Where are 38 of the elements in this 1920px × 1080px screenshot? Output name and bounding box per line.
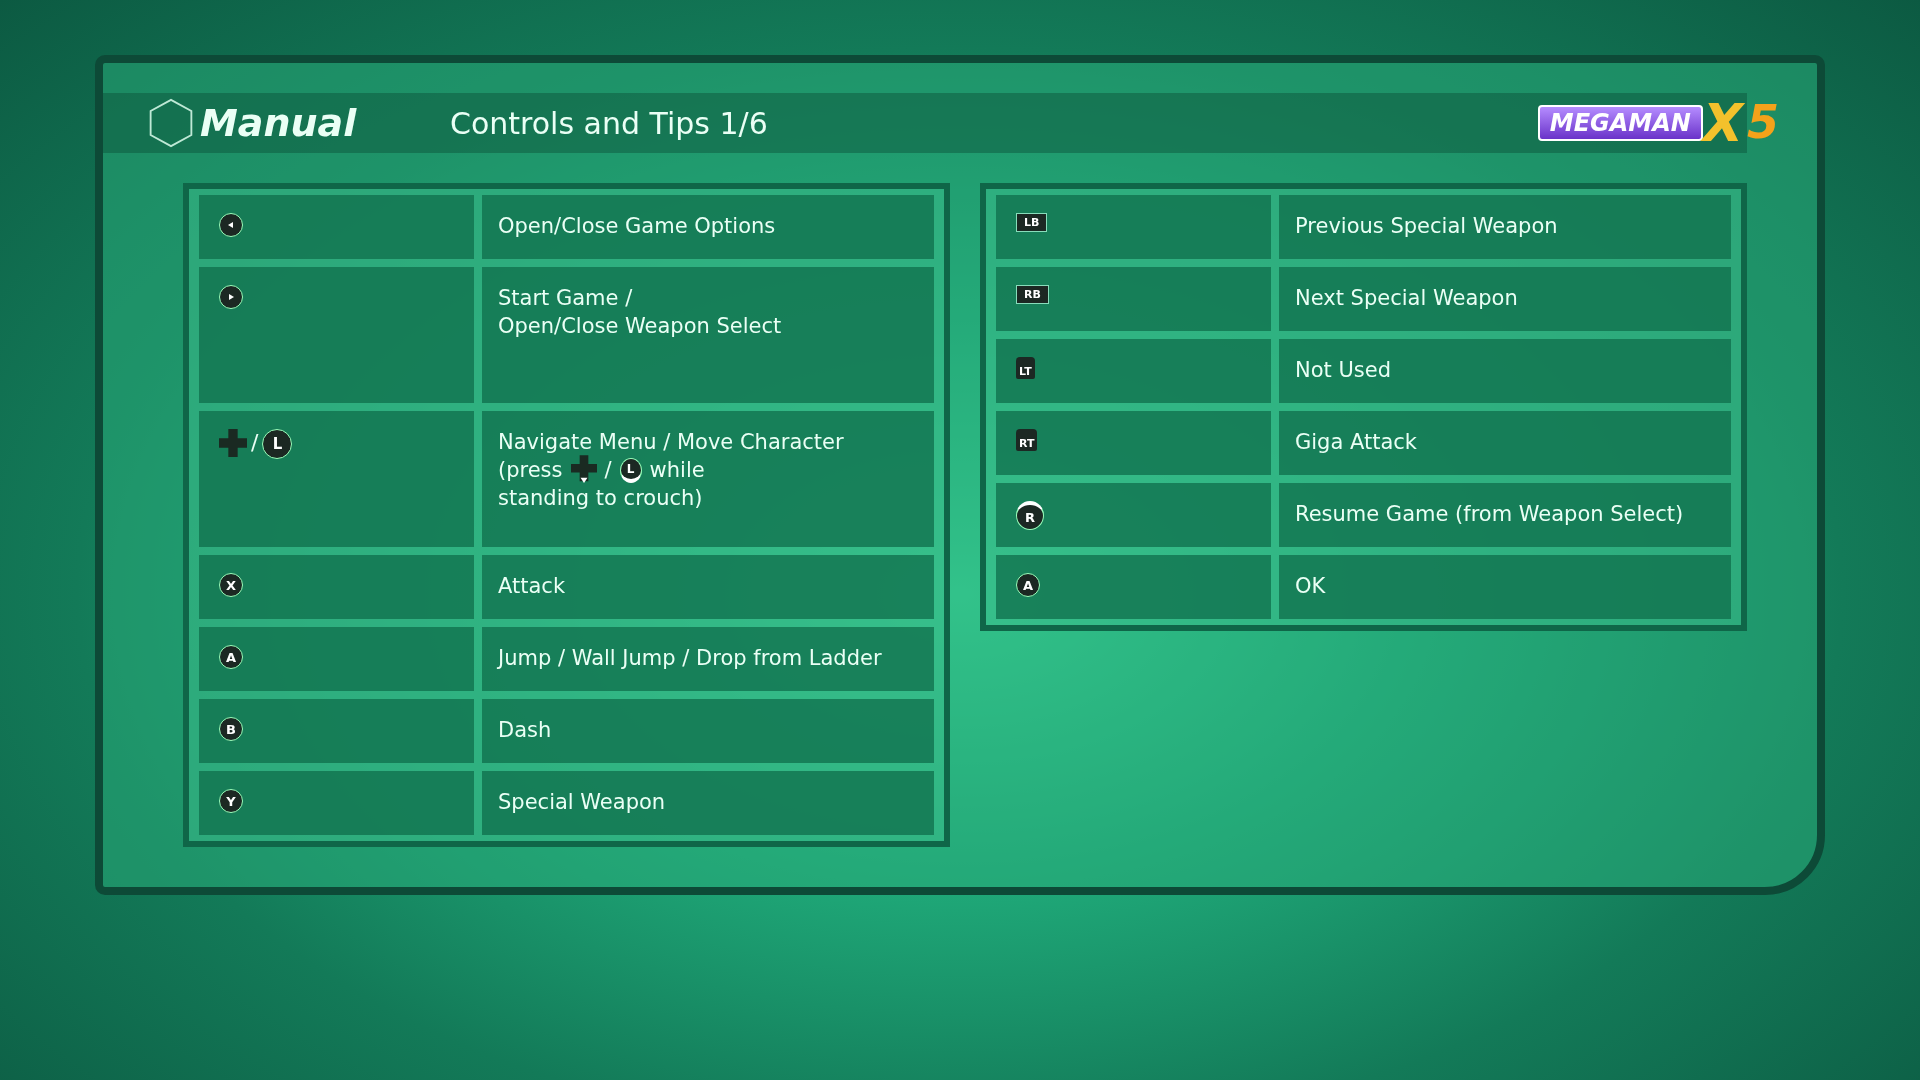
action-text: Open/Close Game Options: [498, 213, 776, 240]
action-text: Resume Game (from Weapon Select): [1295, 501, 1684, 528]
action-text: Open/Close Weapon Select: [498, 313, 782, 340]
dpad-down-icon: [570, 455, 597, 485]
face-button-icon: X: [219, 573, 243, 597]
face-button-icon: Y: [219, 789, 243, 813]
action-text: Attack: [498, 573, 566, 600]
action-text: Giga Attack: [1295, 429, 1418, 456]
bumper-icon: LB: [1016, 213, 1048, 232]
action-text: Not Used: [1295, 357, 1392, 384]
action-text: Jump / Wall Jump / Drop from Ladder: [498, 645, 882, 672]
manual-title: Manual: [200, 101, 358, 145]
action-text: Navigate Menu / Move Character: [498, 429, 844, 456]
right-triangle-button-icon: [219, 285, 243, 309]
action-text: while: [649, 457, 705, 484]
action-text: standing to crouch): [498, 485, 703, 512]
dpad-icon: [219, 429, 247, 457]
face-button-icon: A: [219, 645, 243, 669]
separator-text: /: [251, 429, 259, 457]
bumper-icon: RB: [1016, 285, 1049, 304]
stick-press-icon: R: [1016, 501, 1044, 530]
action-text: Special Weapon: [498, 789, 666, 816]
hexagon-icon: [148, 98, 194, 148]
face-button-icon: A: [1016, 573, 1040, 597]
action-text: Start Game /: [498, 285, 633, 312]
page-title: Controls and Tips 1/6: [450, 105, 769, 141]
stick-icon: L: [262, 429, 293, 459]
action-text: (press: [498, 457, 563, 484]
left-triangle-button-icon: [219, 213, 243, 237]
action-text: Previous Special Weapon: [1295, 213, 1558, 240]
action-text: OK: [1295, 573, 1326, 600]
action-text: Dash: [498, 717, 552, 744]
action-text: /: [604, 457, 612, 484]
face-button-icon: B: [219, 717, 243, 741]
trigger-icon: RT: [1016, 429, 1038, 451]
stick-down-icon: L: [619, 457, 642, 483]
trigger-icon: LT: [1016, 357, 1035, 379]
action-text: Next Special Weapon: [1295, 285, 1518, 312]
